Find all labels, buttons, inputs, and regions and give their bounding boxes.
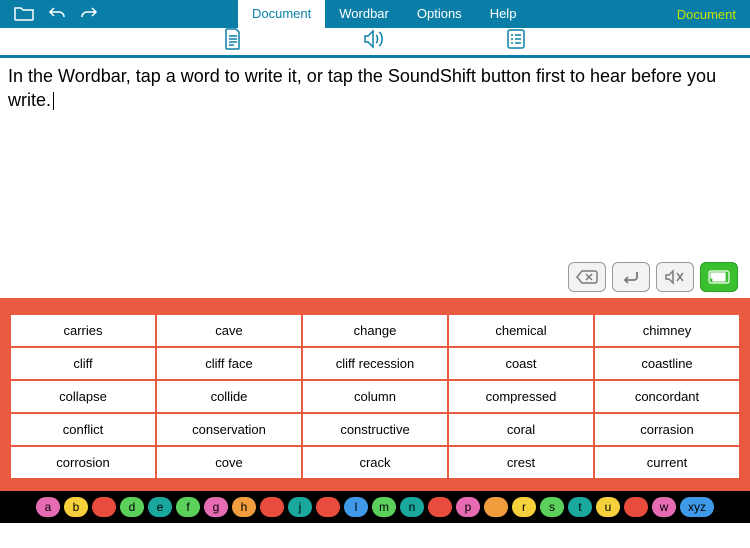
word-cell[interactable]: coastline: [594, 347, 740, 380]
text-cursor: [53, 92, 54, 110]
letter-dot[interactable]: [92, 497, 116, 517]
letter-pill-f[interactable]: f: [176, 497, 200, 517]
word-cell[interactable]: crest: [448, 446, 594, 479]
topbar: Document Wordbar Options Help Document: [0, 0, 750, 28]
undo-icon[interactable]: [48, 6, 66, 23]
word-cell[interactable]: corrosion: [10, 446, 156, 479]
letter-pill-m[interactable]: m: [372, 497, 396, 517]
backspace-button[interactable]: [568, 262, 606, 292]
wordbar-panel: carriescavechangechemicalchimneycliffcli…: [0, 298, 750, 491]
letter-pill-j[interactable]: j: [288, 497, 312, 517]
doc-status-label: Document: [677, 7, 736, 22]
letter-bar: ab defgh j lmn p rstu wxyz: [0, 491, 750, 523]
word-cell[interactable]: column: [302, 380, 448, 413]
letter-pill-t[interactable]: t: [568, 497, 592, 517]
letter-pill-h[interactable]: h: [232, 497, 256, 517]
word-cell[interactable]: cliff: [10, 347, 156, 380]
folder-icon[interactable]: [14, 5, 34, 24]
text-editor[interactable]: In the Wordbar, tap a word to write it, …: [0, 58, 750, 262]
word-cell[interactable]: cliff face: [156, 347, 302, 380]
letter-pill-s[interactable]: s: [540, 497, 564, 517]
tab-options[interactable]: Options: [403, 0, 476, 28]
letter-dot[interactable]: [316, 497, 340, 517]
tab-help[interactable]: Help: [476, 0, 531, 28]
letter-pill-g[interactable]: g: [204, 497, 228, 517]
tab-wordbar[interactable]: Wordbar: [325, 0, 403, 28]
word-cell[interactable]: concordant: [594, 380, 740, 413]
word-cell[interactable]: cove: [156, 446, 302, 479]
document-icon[interactable]: [224, 28, 242, 55]
soundshift-button[interactable]: [656, 262, 694, 292]
redo-icon[interactable]: [80, 6, 98, 23]
word-cell[interactable]: change: [302, 314, 448, 347]
word-cell[interactable]: compressed: [448, 380, 594, 413]
subbar: [0, 28, 750, 58]
word-cell[interactable]: coast: [448, 347, 594, 380]
word-grid: carriescavechangechemicalchimneycliffcli…: [8, 312, 742, 481]
speaker-icon[interactable]: [362, 29, 386, 54]
word-cell[interactable]: collapse: [10, 380, 156, 413]
letter-dot[interactable]: [484, 497, 508, 517]
tab-document[interactable]: Document: [238, 0, 325, 28]
word-cell[interactable]: conflict: [10, 413, 156, 446]
tabs: Document Wordbar Options Help: [238, 0, 530, 28]
letter-pill-l[interactable]: l: [344, 497, 368, 517]
word-cell[interactable]: cliff recession: [302, 347, 448, 380]
letter-pill-e[interactable]: e: [148, 497, 172, 517]
letter-pill-xyz[interactable]: xyz: [680, 497, 714, 517]
letter-pill-n[interactable]: n: [400, 497, 424, 517]
topbar-left: [0, 5, 98, 24]
word-cell[interactable]: chemical: [448, 314, 594, 347]
letter-pill-u[interactable]: u: [596, 497, 620, 517]
letter-pill-w[interactable]: w: [652, 497, 676, 517]
editor-text: In the Wordbar, tap a word to write it, …: [8, 66, 716, 110]
word-cell[interactable]: carries: [10, 314, 156, 347]
action-row: [0, 262, 750, 298]
word-cell[interactable]: crack: [302, 446, 448, 479]
keyboard-button[interactable]: [700, 262, 738, 292]
word-cell[interactable]: current: [594, 446, 740, 479]
letter-pill-b[interactable]: b: [64, 497, 88, 517]
list-icon[interactable]: [506, 28, 526, 55]
word-cell[interactable]: constructive: [302, 413, 448, 446]
letter-dot[interactable]: [428, 497, 452, 517]
letter-pill-r[interactable]: r: [512, 497, 536, 517]
letter-dot[interactable]: [624, 497, 648, 517]
word-cell[interactable]: coral: [448, 413, 594, 446]
word-cell[interactable]: chimney: [594, 314, 740, 347]
word-cell[interactable]: cave: [156, 314, 302, 347]
letter-pill-a[interactable]: a: [36, 497, 60, 517]
letter-pill-d[interactable]: d: [120, 497, 144, 517]
letter-dot[interactable]: [260, 497, 284, 517]
word-cell[interactable]: conservation: [156, 413, 302, 446]
return-button[interactable]: [612, 262, 650, 292]
letter-pill-p[interactable]: p: [456, 497, 480, 517]
word-cell[interactable]: corrasion: [594, 413, 740, 446]
word-cell[interactable]: collide: [156, 380, 302, 413]
